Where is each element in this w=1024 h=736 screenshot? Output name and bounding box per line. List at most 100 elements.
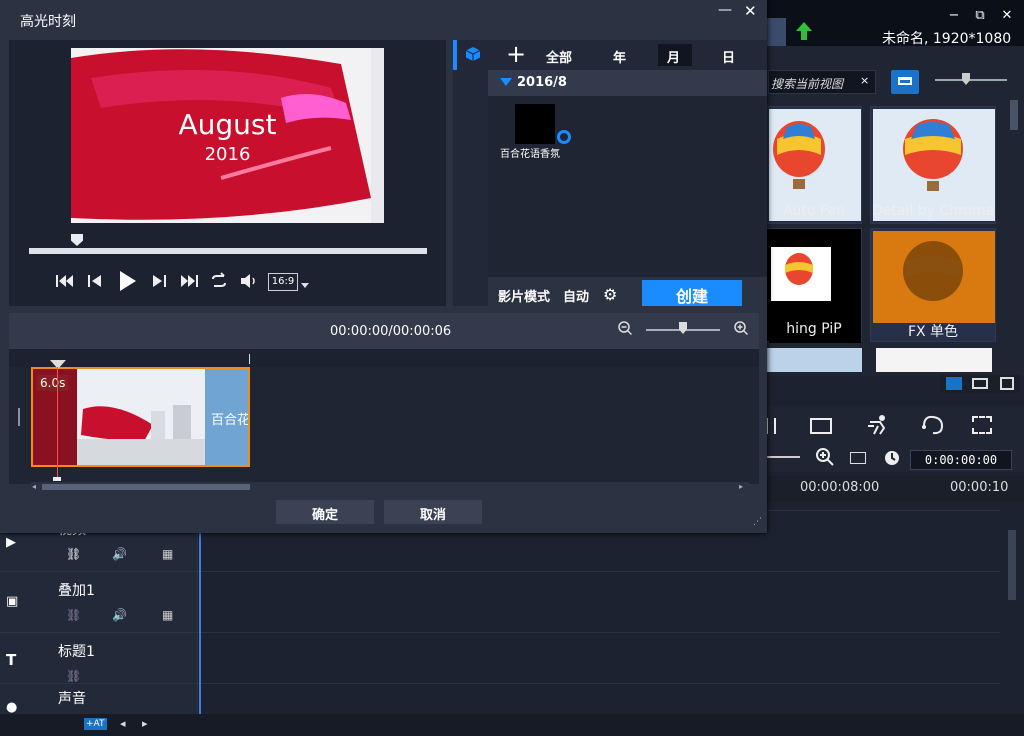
path-icon[interactable]	[920, 414, 946, 436]
next-frame-icon[interactable]	[148, 270, 170, 292]
playhead-marker-icon[interactable]	[50, 360, 66, 369]
side-active-indicator	[453, 40, 457, 70]
resize-grip-icon[interactable]: ⋰	[753, 517, 762, 527]
tab-day[interactable]: 日	[722, 47, 735, 66]
volume-icon[interactable]	[238, 270, 260, 292]
thumbnail-label: hing PiP	[786, 321, 842, 337]
window-minimize-button[interactable]: −	[945, 8, 963, 23]
volume-icon[interactable]: 🔊	[112, 547, 127, 561]
mosaic-icon[interactable]: ▦	[162, 547, 173, 561]
timeline-playhead[interactable]	[199, 530, 201, 716]
window-restore-button[interactable]: ⧉	[971, 8, 989, 23]
go-to-end-icon[interactable]	[178, 270, 200, 292]
volume-icon[interactable]: 🔊	[112, 608, 127, 622]
clock-icon[interactable]	[884, 450, 900, 466]
tab-all[interactable]: 全部	[546, 47, 572, 66]
thumbnail-label: Detail by Chroma	[871, 203, 995, 219]
zoom-in-icon[interactable]	[734, 321, 748, 335]
expand-triangle-icon[interactable]	[500, 78, 512, 86]
dialog-timeline-ruler[interactable]	[9, 349, 759, 367]
ruler-label: 00:00:10	[950, 480, 1009, 495]
scroll-left-icon[interactable]: ◂	[32, 482, 36, 491]
library-view-icon[interactable]	[946, 377, 962, 390]
library-thumbnail[interactable]: FX 单色	[870, 228, 996, 342]
video-year-text: 2016	[204, 144, 251, 165]
voice-track-icon: ●	[6, 700, 18, 715]
dialog-minimize-button[interactable]: —	[718, 2, 732, 18]
aspect-ratio-button[interactable]: 16:9	[268, 273, 298, 291]
link-icon[interactable]: ⛓	[66, 608, 81, 622]
link-icon[interactable]: ⛓	[66, 547, 81, 561]
library-thumbnail[interactable]: hing PiP	[766, 228, 862, 343]
fit-timeline-icon[interactable]	[850, 452, 866, 464]
add-track-button[interactable]: +AT	[84, 718, 107, 730]
app-tab[interactable]	[766, 18, 786, 46]
thumbnail-view-icon	[898, 77, 912, 85]
movie-mode-value[interactable]: 自动	[563, 286, 589, 305]
tracks-scrollbar[interactable]	[1008, 530, 1016, 600]
track-label: 叠加1	[58, 583, 95, 599]
library-thumbnail[interactable]	[766, 348, 862, 372]
dialog-side-strip	[453, 40, 488, 306]
library-thumbnail[interactable]: Auto Pan	[766, 106, 862, 224]
search-clear-button[interactable]: ×	[860, 74, 869, 87]
clip-duration-badge: 6.0s	[37, 375, 69, 391]
timeline-clip[interactable]: 6.0s 百合花	[31, 367, 250, 467]
motion-icon[interactable]	[866, 414, 890, 436]
play-icon[interactable]	[114, 268, 140, 294]
media-thumbnail[interactable]	[515, 104, 555, 144]
ok-button[interactable]: 确定	[276, 500, 374, 524]
capture-icon[interactable]	[972, 416, 992, 434]
dialog-title: 高光时刻	[20, 14, 76, 30]
scroll-right-icon[interactable]: ▸	[739, 482, 743, 491]
cancel-button[interactable]: 取消	[384, 500, 482, 524]
scroll-right-icon[interactable]: ▸	[142, 717, 148, 730]
grid-icon[interactable]	[810, 418, 832, 434]
list-icon[interactable]	[766, 418, 776, 434]
playhead-bottom-handle[interactable]	[53, 477, 61, 481]
media-status-icon	[557, 130, 571, 144]
timeline-scroll-thumb[interactable]	[42, 484, 250, 490]
preview-video[interactable]: August 2016	[71, 48, 384, 223]
repeat-icon[interactable]	[208, 270, 230, 292]
preview-scrubber[interactable]	[29, 248, 427, 254]
thumbnail-view-button[interactable]	[891, 70, 919, 94]
go-to-start-icon[interactable]	[54, 270, 76, 292]
title-track-icon: T	[6, 651, 17, 669]
previous-frame-icon[interactable]	[84, 270, 106, 292]
project-title: 未命名, 1920*1080	[882, 31, 1012, 47]
edit-icon[interactable]	[1000, 377, 1014, 390]
chevron-down-icon[interactable]	[301, 283, 309, 288]
timeline-footer: +AT ◂ ▸	[0, 714, 1024, 736]
overlay-track-icon: ▣	[6, 594, 19, 609]
track-resize-handle[interactable]	[18, 408, 20, 426]
timeline-time-display: 00:00:00/00:00:06	[330, 324, 452, 339]
library-thumbnail[interactable]: Detail by Chroma	[870, 106, 996, 224]
tab-month[interactable]: 月	[667, 47, 680, 66]
thumbnail-size-slider[interactable]	[935, 79, 1007, 81]
library-thumbnail[interactable]	[876, 348, 992, 372]
tab-year[interactable]: 年	[613, 47, 626, 66]
create-button[interactable]: 创建	[642, 280, 742, 306]
track-label: 标题1	[58, 644, 95, 660]
mosaic-icon[interactable]: ▦	[162, 608, 173, 622]
ruler-label: 00:00:08:00	[800, 480, 880, 495]
track-header: 声音 ●	[0, 684, 198, 715]
media-item-name: 百合花语香氛	[500, 149, 560, 160]
dialog-close-button[interactable]: ✕	[744, 2, 757, 20]
split-view-icon[interactable]	[972, 378, 988, 389]
timecode-display[interactable]: 0:00:00:00	[910, 450, 1012, 470]
dialog-playhead-line[interactable]	[57, 367, 58, 479]
library-toolbar	[940, 375, 1020, 393]
zoom-in-icon[interactable]	[816, 448, 834, 466]
gear-icon[interactable]: ⚙	[603, 285, 617, 304]
voice-track: 声音 ●	[0, 683, 1000, 715]
upload-icon[interactable]	[796, 22, 812, 40]
media-cube-icon[interactable]	[465, 46, 481, 62]
add-icon[interactable]: +	[506, 42, 526, 66]
link-icon[interactable]: ⛓	[66, 669, 81, 683]
window-close-button[interactable]: ✕	[998, 8, 1016, 23]
zoom-out-icon[interactable]	[618, 321, 632, 335]
scroll-left-icon[interactable]: ◂	[120, 717, 126, 730]
library-scrollbar[interactable]	[1010, 100, 1018, 130]
